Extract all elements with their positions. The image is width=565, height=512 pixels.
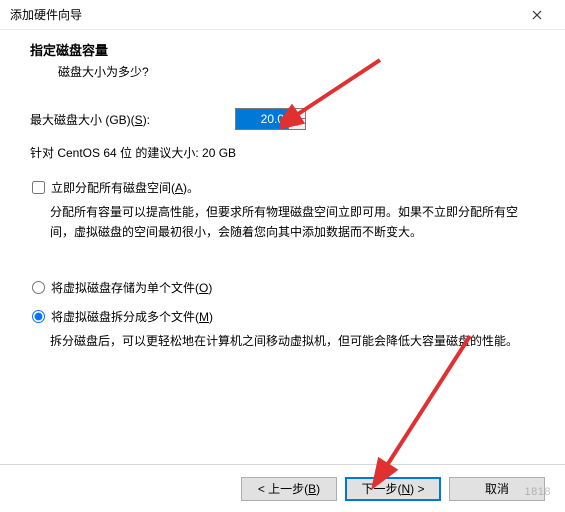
titlebar: 添加硬件向导 (0, 0, 565, 30)
spin-buttons: ▲ ▼ (288, 109, 305, 129)
disk-size-spinbox[interactable]: ▲ ▼ (235, 108, 306, 130)
store-multi-label: 将虚拟磁盘拆分成多个文件(M) (51, 308, 213, 325)
spin-up-button[interactable]: ▲ (289, 109, 305, 119)
store-multi-desc: 拆分磁盘后，可以更轻松地在计算机之间移动虚拟机，但可能会降低大容量磁盘的性能。 (50, 331, 535, 351)
store-multi-option: 将虚拟磁盘拆分成多个文件(M) (30, 308, 535, 325)
back-button[interactable]: < 上一步(B) (241, 477, 337, 501)
store-multi-radio[interactable] (32, 310, 45, 323)
window-title: 添加硬件向导 (10, 6, 517, 23)
disk-size-input[interactable] (236, 109, 288, 129)
next-button[interactable]: 下一步(N) > (345, 477, 441, 501)
disk-size-row: 最大磁盘大小 (GB)(S): ▲ ▼ (30, 108, 535, 130)
allocate-now-checkbox[interactable] (32, 181, 45, 194)
allocate-now-label: 立即分配所有磁盘空间(A)。 (51, 179, 199, 196)
close-icon (532, 10, 542, 20)
store-single-option: 将虚拟磁盘存储为单个文件(O) (30, 279, 535, 296)
page-heading: 指定磁盘容量 (30, 40, 535, 59)
allocate-now-option: 立即分配所有磁盘空间(A)。 (30, 179, 535, 196)
wizard-footer: < 上一步(B) 下一步(N) > 取消 (0, 464, 565, 512)
cancel-button[interactable]: 取消 (449, 477, 545, 501)
wizard-content: 最大磁盘大小 (GB)(S): ▲ ▼ 针对 CentOS 64 位 的建议大小… (0, 86, 565, 351)
store-single-radio[interactable] (32, 281, 45, 294)
spin-down-button[interactable]: ▼ (289, 119, 305, 129)
store-single-label: 将虚拟磁盘存储为单个文件(O) (51, 279, 212, 296)
disk-size-label: 最大磁盘大小 (GB)(S): (30, 111, 235, 128)
close-button[interactable] (517, 1, 557, 29)
allocate-now-desc: 分配所有容量可以提高性能，但要求所有物理磁盘空间立即可用。如果不立即分配所有空间… (50, 202, 535, 243)
wizard-header: 指定磁盘容量 磁盘大小为多少? (0, 30, 565, 86)
recommended-size-text: 针对 CentOS 64 位 的建议大小: 20 GB (30, 144, 535, 161)
page-subheading: 磁盘大小为多少? (30, 59, 535, 80)
